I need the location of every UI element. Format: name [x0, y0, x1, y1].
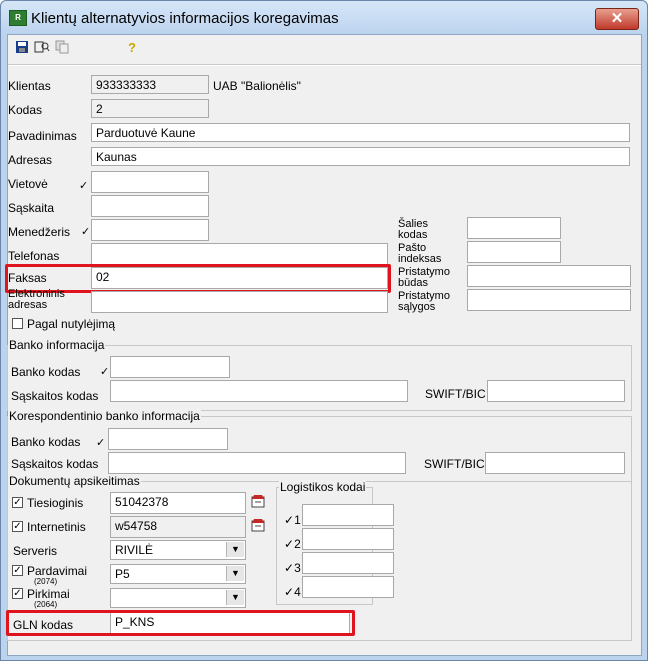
toolbar: ?	[8, 35, 641, 61]
logistics-row-2-label: ✓2	[284, 537, 301, 551]
telefonas-label: Telefonas	[8, 249, 60, 263]
logistics-row-1-field[interactable]	[302, 504, 394, 526]
tiesioginis-field[interactable]: 51042378	[110, 492, 246, 514]
help-icon[interactable]: ?	[124, 40, 140, 56]
dialog-client-area: ? Klientas 933333333 UAB "Balionėlis" Ko…	[5, 34, 642, 656]
kodas-field[interactable]: 2	[91, 99, 209, 118]
pirkimai-checkbox[interactable]: ✓	[12, 588, 23, 599]
bank-kodas-field[interactable]	[110, 356, 230, 378]
pirkimai-code: (2064)	[34, 600, 58, 609]
pardavimai-dropdown-icon[interactable]: ▼	[226, 566, 244, 581]
pristatymo-salygos-field[interactable]	[467, 289, 631, 311]
internetinis-edit-icon[interactable]	[249, 517, 267, 535]
bank-group-title: Banko informacija	[8, 338, 106, 352]
vietove-label: Vietovė	[8, 177, 48, 191]
bank-swift-label: SWIFT/BIC	[425, 387, 486, 401]
pasto-indeksas-field[interactable]	[467, 241, 561, 263]
app-icon: R	[9, 10, 27, 26]
bank-swift-field[interactable]	[487, 380, 625, 402]
vietove-check-icon: ✓	[79, 180, 89, 192]
telefonas-field[interactable]	[91, 243, 388, 265]
internetinis-field[interactable]: w54758	[110, 516, 246, 538]
pardavimai-select[interactable]: P5 ▼	[110, 564, 246, 584]
bank-kodas-check-icon: ✓	[100, 366, 110, 378]
tiesioginis-edit-icon[interactable]	[249, 493, 267, 511]
corr-bank-kodas-label: Banko kodas	[11, 435, 81, 449]
dialog-window: R Klientų alternatyvios informacijos kor…	[0, 0, 648, 661]
close-button[interactable]: ✕	[595, 8, 639, 30]
adresas-label: Adresas	[8, 153, 53, 167]
pardavimai-label: Pardavimai	[27, 564, 88, 578]
el-adresas-field[interactable]	[91, 291, 388, 313]
pavadinimas-label: Pavadinimas	[8, 129, 77, 143]
corr-bank-kodas-check-icon: ✓	[96, 437, 106, 449]
pirkimai-select[interactable]: ▼	[110, 588, 246, 608]
menedzeris-check-icon: ✓	[81, 226, 91, 238]
corr-bank-saskaitos-label: Sąskaitos kodas	[11, 457, 99, 471]
corr-bank-group-title: Korespondentinio banko informacija	[8, 409, 201, 423]
bank-saskaitos-label: Sąskaitos kodas	[11, 389, 99, 403]
corr-bank-kodas-field[interactable]	[108, 428, 228, 450]
tiesioginis-label: Tiesioginis	[27, 496, 84, 510]
corr-bank-saskaitos-field[interactable]	[108, 452, 406, 474]
adresas-field[interactable]: Kaunas	[91, 147, 630, 166]
bank-kodas-label: Banko kodas	[11, 365, 81, 379]
logistics-row-2-field[interactable]	[302, 528, 394, 550]
logistics-group-title: Logistikos kodai	[279, 480, 367, 494]
logistics-row-4-label: ✓4	[284, 585, 301, 599]
klientas-name: UAB "Balionėlis"	[213, 79, 301, 93]
klientas-label: Klientas	[8, 79, 51, 93]
pristatymo-salygos-label: Pristatymo sąlygos	[398, 290, 450, 313]
salies-kodas-field[interactable]	[467, 217, 561, 239]
corr-bank-swift-label: SWIFT/BIC	[424, 457, 485, 471]
pavadinimas-field[interactable]: Parduotuvė Kaune	[91, 123, 630, 142]
save-icon[interactable]	[14, 40, 30, 56]
bank-saskaitos-field[interactable]	[110, 380, 408, 402]
logistics-row-4-field[interactable]	[302, 576, 394, 598]
pristatymo-budas-label: Pristatymo būdas	[398, 266, 450, 289]
docs-group-title: Dokumentų apsikeitimas	[8, 474, 141, 488]
pardavimai-value: P5	[115, 567, 130, 581]
pagal-nutylejima-checkbox[interactable]	[12, 318, 23, 329]
find-icon[interactable]	[34, 40, 50, 56]
corr-bank-swift-field[interactable]	[485, 452, 625, 474]
internetinis-label: Internetinis	[27, 520, 86, 534]
tiesioginis-checkbox[interactable]: ✓	[12, 497, 23, 508]
pristatymo-budas-field[interactable]	[467, 265, 631, 287]
title-bar: R Klientų alternatyvios informacijos kor…	[1, 1, 647, 35]
saskaita-label: Sąskaita	[8, 201, 55, 215]
saskaita-field[interactable]	[91, 195, 209, 217]
internetinis-checkbox[interactable]: ✓	[12, 521, 23, 532]
serveris-label: Serveris	[13, 544, 58, 558]
serveris-value: RIVILĖ	[115, 543, 154, 557]
el-adresas-label: Elektroninis adresas	[8, 288, 65, 311]
logistics-row-3-label: ✓3	[284, 561, 301, 575]
pardavimai-code: (2074)	[34, 577, 58, 586]
serveris-dropdown-icon[interactable]: ▼	[226, 542, 244, 557]
pasto-indeksas-label: Pašto indeksas	[398, 242, 442, 265]
gln-highlight	[6, 610, 355, 636]
pirkimai-label: Pirkimai	[27, 587, 70, 601]
salies-kodas-label: Šalies kodas	[398, 218, 428, 241]
copy-icon[interactable]	[54, 40, 70, 56]
vietove-field[interactable]	[91, 171, 209, 193]
kodas-label: Kodas	[8, 103, 43, 117]
pagal-nutylejima-label: Pagal nutylėjimą	[27, 317, 116, 331]
pirkimai-dropdown-icon[interactable]: ▼	[226, 590, 244, 605]
pardavimai-checkbox[interactable]: ✓	[12, 565, 23, 576]
menedzeris-field[interactable]	[91, 219, 209, 241]
serveris-select[interactable]: RIVILĖ ▼	[110, 540, 246, 560]
toolbar-separator	[8, 64, 641, 66]
logistics-row-3-field[interactable]	[302, 552, 394, 574]
klientas-field[interactable]: 933333333	[91, 75, 209, 94]
logistics-row-1-label: ✓1	[284, 513, 301, 527]
menedzeris-label: Menedžeris	[8, 225, 71, 239]
window-title: Klientų alternatyvios informacijos koreg…	[31, 10, 339, 27]
